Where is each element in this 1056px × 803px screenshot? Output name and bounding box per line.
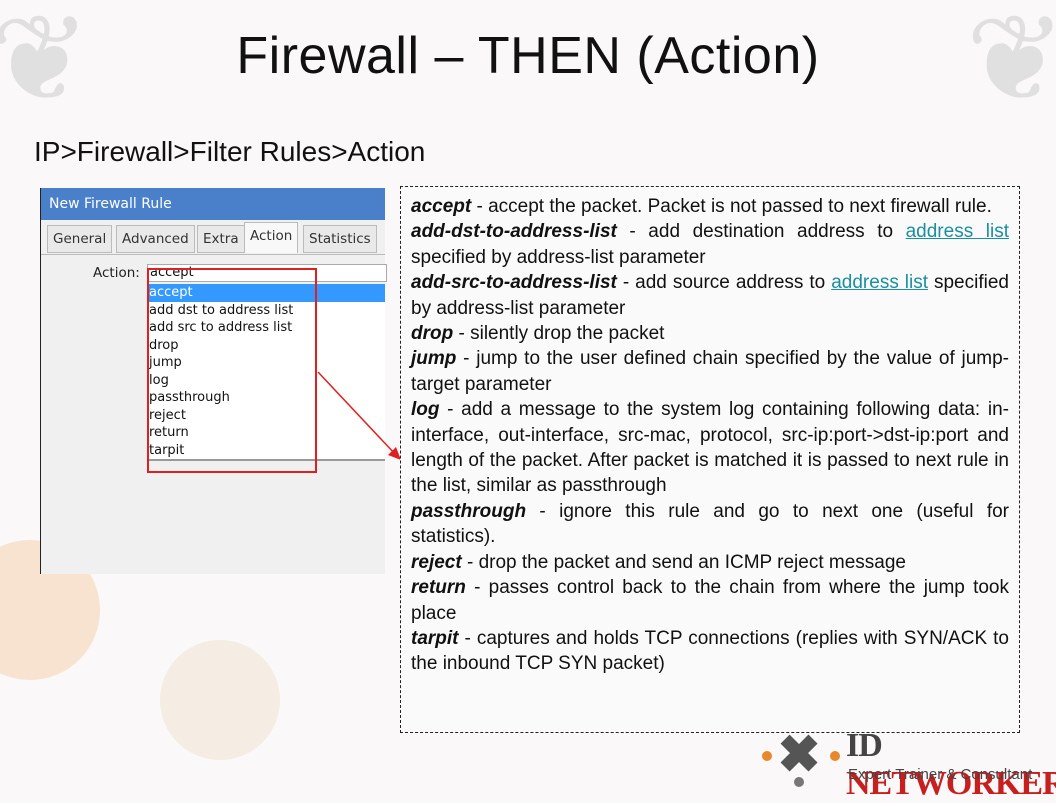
desc-text: - captures and holds TCP connections (re… [411,627,1009,675]
logo-dot-icon [762,751,772,761]
logo-wordmark-id: ID [846,727,883,764]
desc-text: - add source address to [616,272,832,294]
logo-x-icon: ✖ [777,726,821,784]
company-logo: ✖ ID NETWORKERS Expert Trainer & Consult… [760,725,1056,802]
desc-text: - passes control back to the chain from … [411,577,1009,624]
desc-add-dst: add-dst-to-address-list - add destinatio… [411,219,1009,270]
desc-term: tarpit [411,627,459,649]
desc-reject: reject - drop the packet and send an ICM… [411,550,1009,575]
desc-drop: drop - silently drop the packet [411,321,1009,346]
desc-term: drop [411,323,454,345]
desc-passthrough: passthrough - ignore this rule and go to… [411,499,1009,550]
desc-term: return [411,577,466,599]
desc-term: add-dst-to-address-list [411,221,617,243]
desc-log: log - add a message to the system log co… [411,397,1009,499]
desc-tarpit: tarpit - captures and holds TCP connecti… [411,626,1009,677]
desc-text: - silently drop the packet [453,323,665,345]
desc-term: jump [411,348,457,370]
desc-term: passthrough [411,500,527,522]
desc-return: return - passes control back to the chai… [411,575,1009,626]
tab-extra[interactable]: Extra [197,225,245,253]
decor-circle [160,640,280,760]
address-list-link[interactable]: address list [906,221,1009,242]
logo-dot-icon [830,751,840,761]
desc-term: add-src-to-address-list [411,272,617,294]
desc-text: - add a message to the system log contai… [411,399,1009,497]
desc-add-src: add-src-to-address-list - add source add… [411,270,1009,321]
tab-advanced[interactable]: Advanced [116,225,195,253]
menu-path: IP>Firewall>Filter Rules>Action [34,136,426,167]
tab-statistics[interactable]: Statistics [303,225,377,253]
tab-action[interactable]: Action [244,222,299,253]
desc-text: - add destination address to [616,221,906,243]
address-list-link[interactable]: address list [831,272,928,293]
desc-text: - drop the packet and send an ICMP rejec… [461,551,906,573]
logo-tagline: Expert Trainer & Consultant [848,766,1033,783]
highlight-box [147,268,317,473]
desc-term: accept [411,196,472,217]
desc-term: log [411,399,440,421]
tab-general[interactable]: General [47,225,113,253]
desc-text: - accept the packet. Packet is not passe… [471,196,992,217]
desc-text: - jump to the user defined chain specifi… [411,348,1009,395]
action-descriptions: accept - accept the packet. Packet is no… [400,186,1020,733]
window-title: New Firewall Rule [41,188,385,220]
desc-jump: jump - jump to the user defined chain sp… [411,346,1009,397]
desc-text: specified by address-list parameter [411,246,706,268]
desc-accept: accept - accept the packet. Packet is no… [411,194,1009,219]
desc-term: reject [411,551,462,573]
slide-title: Firewall – THEN (Action) [236,27,820,85]
logo-wordmark: ID NETWORKERS [846,727,1056,803]
tab-bar: General Advanced Extra Action Statistics [41,222,385,255]
action-label: Action: [93,265,140,281]
